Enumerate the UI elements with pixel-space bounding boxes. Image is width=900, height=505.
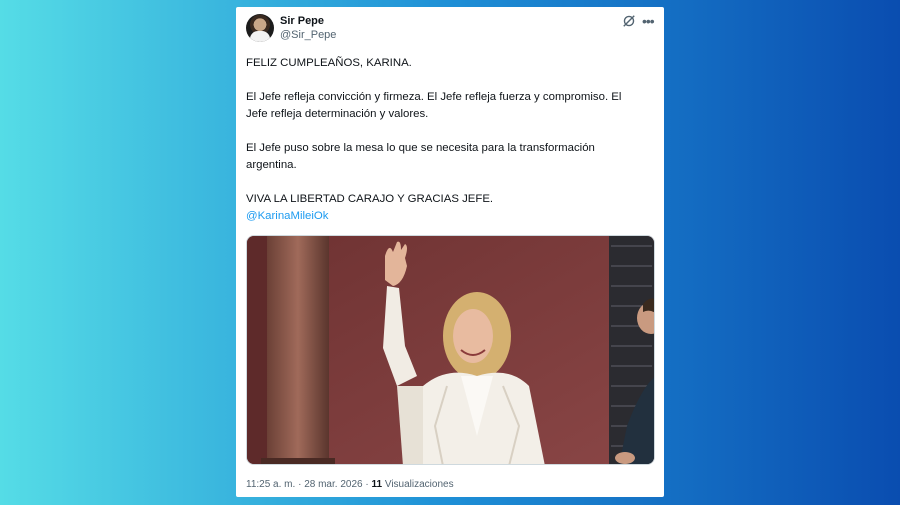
photo-image: [247, 236, 654, 464]
tweet-line-transformacion: El Jefe puso sobre la mesa lo que se nec…: [246, 142, 595, 171]
tweet-photo[interactable]: [246, 235, 655, 465]
grok-icon[interactable]: [622, 14, 636, 28]
tweet-text: FELIZ CUMPLEAÑOS, KARINA. El Jefe reflej…: [246, 55, 646, 225]
author-name[interactable]: Sir Pepe: [280, 15, 324, 27]
tweet-card: Sir Pepe @Sir_Pepe ••• FELIZ CUMPLEAÑOS,…: [236, 7, 664, 497]
views-count[interactable]: 11: [371, 479, 382, 490]
views-label: Visualizaciones: [384, 479, 454, 490]
avatar[interactable]: [246, 14, 274, 42]
tweet-time[interactable]: 11:25 a. m.: [246, 479, 295, 490]
author-handle[interactable]: @Sir_Pepe: [280, 29, 336, 41]
footer-separator: ·: [365, 479, 369, 490]
mention-link[interactable]: @KarinaMileiOk: [246, 210, 328, 222]
footer-separator: ·: [298, 479, 302, 490]
tweet-line-jefe-refleja: El Jefe refleja convicción y firmeza. El…: [246, 91, 622, 120]
tweet-date[interactable]: 28 mar. 2026: [304, 479, 362, 490]
tweet-line-viva: VIVA LA LIBERTAD CARAJO Y GRACIAS JEFE.: [246, 193, 494, 205]
tweet-line-greeting: FELIZ CUMPLEAÑOS, KARINA.: [246, 57, 412, 69]
tweet-footer: 11:25 a. m. · 28 mar. 2026 · 11 Visualiz…: [246, 479, 454, 490]
more-options-icon[interactable]: •••: [642, 13, 655, 29]
